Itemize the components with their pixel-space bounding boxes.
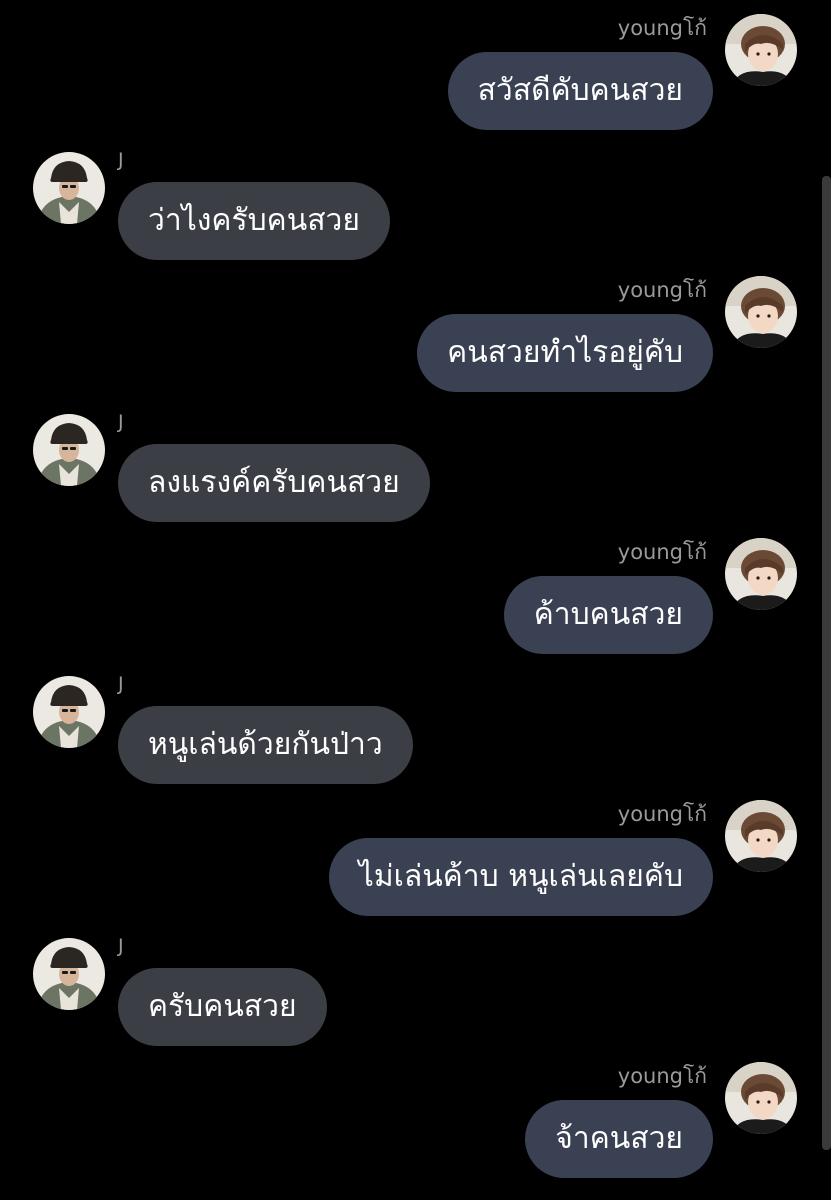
message-bubble[interactable]: จ้าคนสวย (525, 1100, 713, 1178)
message-row: J หนูเล่นด้วยกันป่าว (0, 664, 831, 794)
message-row: youngโก้ ค้าบคนสวย (0, 524, 831, 654)
scrollbar[interactable] (822, 176, 831, 1150)
sender-name: youngโก้ (617, 540, 707, 564)
message-bubble[interactable]: คนสวยทำไรอยู่คับ (417, 314, 713, 392)
avatar-young-icon[interactable] (725, 800, 797, 872)
avatar-young-icon[interactable] (725, 538, 797, 610)
sender-name: youngโก้ (617, 16, 707, 40)
message-row: youngโก้ ไม่เล่นค้าบ หนูเล่นเลยคับ (0, 786, 831, 916)
avatar-young-icon[interactable] (725, 276, 797, 348)
avatar-young-icon[interactable] (725, 1062, 797, 1134)
sender-name: youngโก้ (617, 1064, 707, 1088)
chat-thread: youngโก้ สวัสดีคับคนสวย J ว่าไงครับคนสวย (0, 0, 831, 1200)
avatar-j-icon[interactable] (33, 152, 105, 224)
sender-name: J (118, 673, 124, 695)
message-bubble[interactable]: สวัสดีคับคนสวย (447, 52, 713, 130)
avatar-j-icon[interactable] (33, 414, 105, 486)
sender-name: J (118, 935, 124, 957)
message-bubble[interactable]: ไม่เล่นค้าบ หนูเล่นเลยคับ (328, 838, 713, 916)
message-row: youngโก้ จ้าคนสวย (0, 1048, 831, 1178)
message-bubble[interactable]: ว่าไงครับคนสวย (118, 182, 390, 260)
message-row: J ครับคนสวย (0, 926, 831, 1056)
message-row: J ว่าไงครับคนสวย (0, 140, 831, 270)
sender-name: J (118, 411, 124, 433)
avatar-j-icon[interactable] (33, 676, 105, 748)
message-row: youngโก้ สวัสดีคับคนสวย (0, 0, 831, 130)
avatar-young-icon[interactable] (725, 14, 797, 86)
sender-name: youngโก้ (617, 278, 707, 302)
avatar-j-icon[interactable] (33, 938, 105, 1010)
sender-name: J (118, 149, 124, 171)
message-bubble[interactable]: ค้าบคนสวย (503, 576, 713, 654)
message-row: J ลงแรงค์ครับคนสวย (0, 402, 831, 532)
message-row: youngโก้ คนสวยทำไรอยู่คับ (0, 262, 831, 392)
message-bubble[interactable]: หนูเล่นด้วยกันป่าว (118, 706, 413, 784)
message-bubble[interactable]: ครับคนสวย (118, 968, 327, 1046)
message-bubble[interactable]: ลงแรงค์ครับคนสวย (118, 444, 430, 522)
sender-name: youngโก้ (617, 802, 707, 826)
